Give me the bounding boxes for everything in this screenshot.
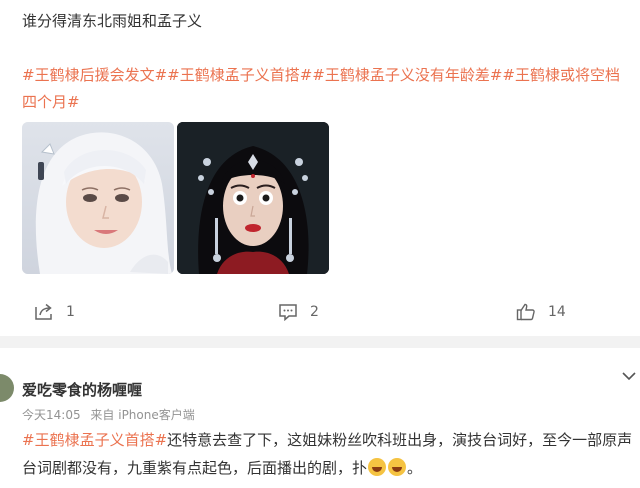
post-main-text: 谁分得清东北雨姐和孟子义 xyxy=(22,12,203,30)
section-divider xyxy=(0,336,640,348)
like-count: 14 xyxy=(548,304,566,320)
comment-source: 来自 iPhone客户端 xyxy=(90,408,195,422)
chevron-down-icon[interactable] xyxy=(622,366,636,385)
thumbs-up-icon xyxy=(516,303,535,321)
comment-count: 2 xyxy=(310,304,319,320)
post-tags: #王鹤棣后援会发文##王鹤棣孟子义首搭##王鹤棣孟子义没有年龄差##王鹤棣或将空… xyxy=(22,62,634,116)
share-count: 1 xyxy=(66,304,75,320)
hashtag-link[interactable]: #王鹤棣孟子义首搭# xyxy=(22,431,167,449)
weibo-post: 谁分得清东北雨姐和孟子义 #王鹤棣后援会发文##王鹤棣孟子义首搭##王鹤棣孟子义… xyxy=(0,0,640,336)
comment-time: 今天14:05 xyxy=(22,408,81,422)
like-button[interactable]: 14 xyxy=(516,296,566,328)
comment-button[interactable]: 2 xyxy=(278,296,319,328)
portrait-photo-icon xyxy=(22,122,174,274)
comment-trailing: 。 xyxy=(407,459,423,477)
post-action-bar: 1 2 14 xyxy=(0,296,640,328)
avatar[interactable] xyxy=(0,374,14,402)
share-button[interactable]: 1 xyxy=(34,296,75,328)
post-image-1[interactable] xyxy=(22,122,174,274)
portrait-photo-icon xyxy=(177,122,329,274)
comment-meta: 今天14:05 来自 iPhone客户端 xyxy=(22,406,201,423)
hashtag-link[interactable]: #王鹤棣孟子义没有年龄差# xyxy=(312,66,502,84)
comment-icon xyxy=(279,304,297,321)
comment-text: #王鹤棣孟子义首搭#还特意去查了下，这姐妹粉丝吹科班出身，演技台词好，至今一部原… xyxy=(22,426,636,482)
hashtag-link[interactable]: #王鹤棣后援会发文# xyxy=(22,66,167,84)
hashtag-link[interactable]: #王鹤棣孟子义首搭# xyxy=(167,66,312,84)
laughing-emoji-icon xyxy=(388,458,407,476)
post-image-2[interactable] xyxy=(177,122,329,274)
share-icon xyxy=(35,303,52,320)
post-text: 谁分得清东北雨姐和孟子义 xyxy=(22,7,632,35)
comment-item: 爱吃零食的杨喱喱 今天14:05 来自 iPhone客户端 #王鹤棣孟子义首搭#… xyxy=(0,348,640,488)
laughing-emoji-icon xyxy=(368,458,387,476)
comment-username[interactable]: 爱吃零食的杨喱喱 xyxy=(22,379,142,400)
